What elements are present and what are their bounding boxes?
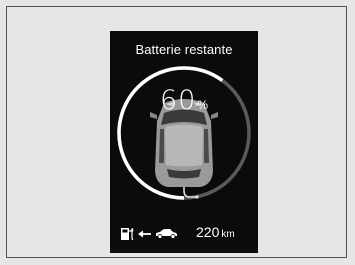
figure-frame: Batterie restante 60% 220 km <box>6 6 347 258</box>
range-row: 220 km <box>110 224 258 242</box>
battery-percent-unit: % <box>197 98 209 112</box>
battery-percent-value: 60 <box>159 85 197 116</box>
range-value: 220 <box>196 224 220 240</box>
screen-title: Batterie restante <box>135 42 233 57</box>
charging-station-icon <box>121 228 134 241</box>
charging-cable-icon <box>183 187 199 199</box>
instrument-display: Batterie restante 60% 220 km <box>110 31 258 253</box>
range-unit: km <box>221 229 235 240</box>
arrow-left-icon <box>138 230 151 238</box>
car-side-icon <box>156 228 177 239</box>
range-icons <box>121 228 177 241</box>
battery-arc-gauge <box>117 66 251 200</box>
range-readout: 220 km <box>196 224 235 242</box>
battery-percentage: 60% <box>110 85 258 116</box>
